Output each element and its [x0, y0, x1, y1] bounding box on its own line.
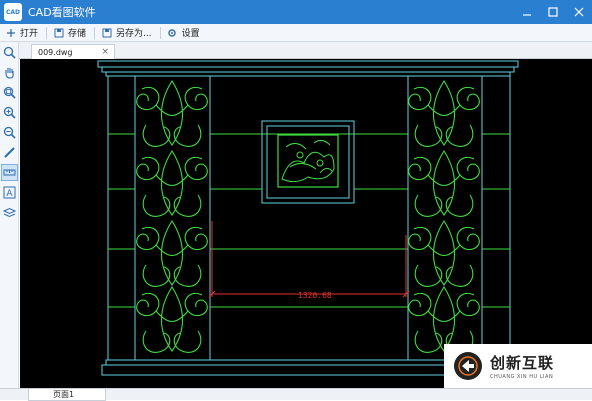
left-ornament-panel: [134, 75, 211, 361]
svg-text:A: A: [6, 189, 13, 199]
brand-watermark: 创新互联 CHUANG XIN HU LIAN: [444, 344, 592, 388]
dimension-line: [208, 221, 410, 298]
page-tab-1[interactable]: 页面1: [28, 389, 106, 401]
save-as-label: 另存为...: [116, 29, 152, 39]
close-icon: [574, 7, 584, 17]
draw-button[interactable]: [1, 144, 18, 161]
text-tool-button[interactable]: A: [1, 184, 18, 201]
zoom-window-button[interactable]: [1, 44, 18, 61]
title-bar: CAD CAD看图软件: [0, 0, 592, 24]
save-button[interactable]: 存储: [50, 25, 89, 41]
maximize-button[interactable]: [540, 0, 566, 24]
close-button[interactable]: [566, 0, 592, 24]
toolbar-divider: [46, 26, 48, 39]
zoom-in-button[interactable]: [1, 104, 18, 121]
minimize-button[interactable]: [514, 0, 540, 24]
open-label: 打开: [20, 29, 39, 39]
draw-pen-icon: [4, 147, 15, 158]
text-icon: A: [3, 186, 16, 199]
save-label: 存储: [68, 29, 87, 39]
save-icon: [53, 27, 64, 38]
layers-button[interactable]: [1, 204, 18, 221]
app-logo-icon: CAD: [4, 3, 22, 21]
zoom-extents-button[interactable]: [1, 84, 18, 101]
settings-button[interactable]: 设置: [164, 25, 203, 41]
drawing-canvas[interactable]: 1320.68: [20, 59, 592, 388]
measure-button[interactable]: [1, 164, 18, 181]
brand-logo-icon: [454, 352, 482, 380]
zoom-extents-icon: [3, 86, 16, 99]
window-controls: [514, 0, 592, 24]
zoom-out-icon: [3, 126, 16, 139]
zoom-in-icon: [3, 106, 16, 119]
zoom-out-button[interactable]: [1, 124, 18, 141]
save-as-button[interactable]: 另存为...: [98, 25, 155, 41]
cad-drawing: [97, 60, 519, 376]
dimension-value: 1320.68: [298, 291, 332, 300]
open-button[interactable]: 打开: [2, 25, 41, 41]
tab-009-dwg[interactable]: 009.dwg ×: [31, 44, 115, 59]
pan-button[interactable]: [1, 64, 18, 81]
zoom-window-icon: [3, 46, 16, 59]
toolbar-divider: [159, 26, 161, 39]
app-title: CAD看图软件: [28, 6, 96, 19]
gear-icon: [167, 27, 178, 38]
brand-pinyin: CHUANG XIN HU LIAN: [490, 374, 554, 380]
page-tab-bar: 页面1: [0, 388, 592, 401]
tab-close-icon[interactable]: ×: [101, 47, 109, 57]
right-ornament-panel: [407, 75, 483, 361]
save-as-icon: [101, 27, 112, 38]
document-tab-bar: 009.dwg ×: [19, 42, 592, 59]
toolbar-divider: [94, 26, 96, 39]
tool-sidebar: A: [0, 42, 19, 388]
measure-icon: [3, 169, 16, 176]
cornice: [97, 60, 519, 77]
center-picture-frame: [261, 120, 355, 204]
wall-outline: [107, 76, 511, 360]
maximize-icon: [548, 7, 558, 17]
plus-icon: [5, 27, 16, 38]
pan-hand-icon: [5, 68, 14, 79]
tab-label: 009.dwg: [38, 47, 73, 57]
minimize-icon: [523, 14, 531, 16]
brand-name: 创新互联: [490, 354, 555, 372]
layers-icon: [3, 207, 16, 218]
settings-label: 设置: [181, 29, 200, 39]
main-toolbar: 打开 存储 另存为... 设置: [0, 24, 592, 42]
